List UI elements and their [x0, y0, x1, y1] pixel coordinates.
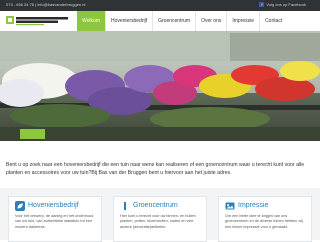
contact-info: 073 - 656 34 78 | info@basvanderbruggen.… [6, 2, 86, 7]
card-text: Voor het ontwerp, de aanleg en het onder… [15, 214, 94, 229]
nav-item-welkom[interactable]: Welkom [77, 11, 105, 31]
leaf-icon [15, 201, 25, 211]
nav-item-contact[interactable]: Contact [259, 11, 287, 31]
card-groencentrum[interactable]: Groencentrum Hier kunt u terecht voor uw… [113, 196, 207, 242]
nav-item-groencentrum[interactable]: Groencentrum [152, 11, 195, 31]
card-impressie[interactable]: Impressie Om een beter idee te krijgen v… [218, 196, 312, 242]
main-nav: Welkom Hoveniersbedrijf Groencentrum Ove… [77, 11, 287, 31]
top-bar: 073 - 656 34 78 | info@basvanderbruggen.… [0, 0, 320, 11]
intro-text: Bent u op zoek naar een hoveniersbedrijf… [6, 162, 305, 177]
facebook-icon: f [259, 2, 265, 8]
image-icon [225, 202, 235, 210]
service-cards: Hoveniersbedrijf Voor het ontwerp, de aa… [0, 188, 320, 242]
hero-image [0, 31, 320, 141]
facebook-label: Volg ons op Facebook [266, 2, 306, 7]
card-title: Impressie [238, 202, 269, 209]
nav-item-impressie[interactable]: Impressie [226, 11, 259, 31]
bar-icon [124, 202, 126, 210]
card-title: Hoveniersbedrijf [28, 202, 79, 209]
card-hoveniersbedrijf[interactable]: Hoveniersbedrijf Voor het ontwerp, de aa… [8, 196, 102, 242]
nav-item-over-ons[interactable]: Over ons [195, 11, 226, 31]
nav-item-hoveniersbedrijf[interactable]: Hoveniersbedrijf [104, 11, 152, 31]
site-logo[interactable] [6, 13, 70, 27]
card-text: Om een beter idee te krijgen van ons gro… [225, 214, 303, 229]
facebook-link[interactable]: f Volg ons op Facebook [259, 2, 306, 8]
card-title: Groencentrum [133, 202, 178, 209]
card-text: Hier kunt u terecht voor uw binnen- en b… [120, 214, 196, 229]
